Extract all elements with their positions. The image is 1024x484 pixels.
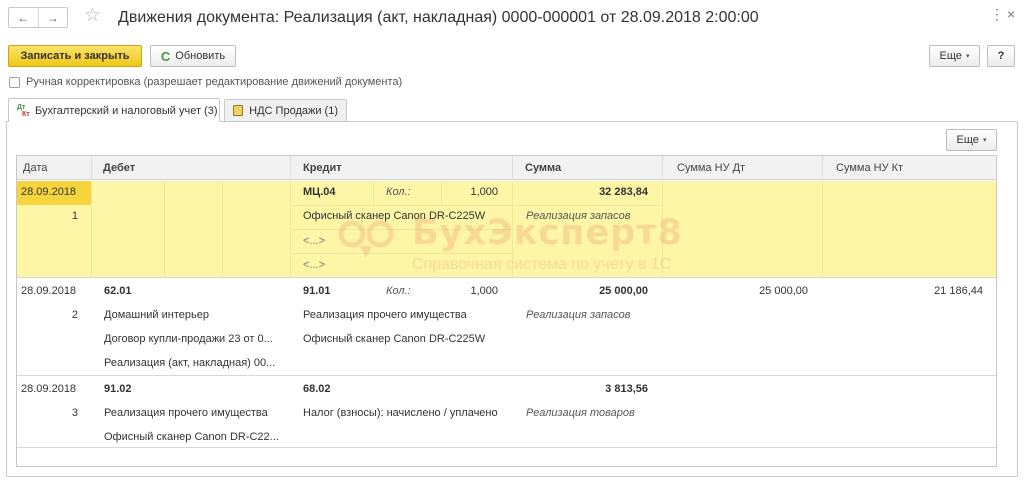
- more-vertical-icon[interactable]: ⋮: [990, 5, 1004, 23]
- manual-correction-row[interactable]: Ручная корректировка (разрешает редактир…: [9, 76, 402, 88]
- tab-label: НДС Продажи (1): [249, 104, 338, 117]
- col-header-sum-nu-kt[interactable]: Сумма НУ Кт: [830, 156, 995, 180]
- column-divider: [222, 181, 223, 277]
- cell-debit-account[interactable]: 62.01: [104, 285, 132, 298]
- cell-debit-account[interactable]: 91.02: [104, 383, 132, 396]
- cell-debit-subconto[interactable]: Домашний интерьер: [104, 309, 209, 322]
- cell-debit-subconto[interactable]: Офисный сканер Canon DR-C22...: [104, 431, 279, 444]
- cell-qty[interactable]: 1,000: [441, 285, 498, 298]
- arrow-left-icon: ←: [17, 10, 30, 25]
- column-divider: [91, 156, 92, 180]
- col-header-debit[interactable]: Дебет: [97, 156, 289, 180]
- cell-date[interactable]: 28.09.2018: [21, 186, 76, 199]
- column-divider: [290, 156, 291, 180]
- cell-debit-subconto[interactable]: Реализация прочего имущества: [104, 407, 268, 420]
- favorite-star-icon[interactable]: ☆: [84, 5, 101, 27]
- column-divider: [822, 181, 823, 277]
- window-title: Движения документа: Реализация (акт, нак…: [118, 9, 759, 26]
- refresh-label: Обновить: [175, 50, 226, 62]
- register-icon: [233, 105, 244, 116]
- cell-sum-nu-dt[interactable]: 25 000,00: [672, 285, 808, 298]
- save-and-close-button[interactable]: Записать и закрыть: [8, 45, 142, 67]
- cell-divider: [290, 205, 662, 206]
- refresh-button[interactable]: C Обновить: [150, 45, 236, 67]
- cell-sum-note: Реализация товаров: [526, 407, 635, 419]
- cell-row-number: 2: [71, 309, 78, 321]
- row-divider: [17, 277, 996, 278]
- row-divider: [17, 375, 996, 376]
- back-button[interactable]: ←: [9, 8, 38, 27]
- tab-label: Бухгалтерский и налоговый учет (3): [35, 104, 218, 117]
- tab-vat-sales[interactable]: НДС Продажи (1): [224, 99, 347, 121]
- dt-kt-icon: Дт Кт: [17, 103, 30, 118]
- cell-credit-subconto[interactable]: Офисный сканер Canon DR-C225W: [303, 333, 485, 346]
- cell-sum[interactable]: 3 813,56: [520, 383, 648, 396]
- cell-credit-account[interactable]: 68.02: [303, 383, 331, 396]
- caret-down-icon: ▾: [982, 137, 987, 144]
- forward-button[interactable]: →: [37, 8, 68, 27]
- column-divider: [164, 181, 165, 277]
- cell-date[interactable]: 28.09.2018: [21, 285, 76, 298]
- more-button[interactable]: Еще ▾: [929, 45, 980, 67]
- help-button[interactable]: ?: [987, 45, 1015, 67]
- cell-sum-note: Реализация запасов: [526, 210, 631, 222]
- column-divider: [512, 156, 513, 180]
- manual-correction-checkbox[interactable]: [9, 76, 20, 88]
- cell-credit-account[interactable]: 91.01: [303, 285, 331, 298]
- row-divider: [17, 447, 996, 448]
- caret-down-icon: ▾: [965, 53, 970, 60]
- more-label: Еще: [956, 134, 979, 146]
- cell-sum-note: Реализация запасов: [526, 309, 631, 321]
- col-header-sum-nu-dt[interactable]: Сумма НУ Дт: [671, 156, 821, 180]
- arrow-right-icon: →: [46, 10, 59, 25]
- cell-credit-subconto[interactable]: Офисный сканер Canon DR-C225W: [303, 210, 485, 223]
- cell-qty-label: Кол.:: [386, 186, 411, 198]
- cell-debit-subconto[interactable]: Реализация (акт, накладная) 00...: [104, 357, 275, 370]
- close-icon[interactable]: ×: [1007, 5, 1015, 23]
- cell-sum[interactable]: 32 283,84: [520, 186, 648, 199]
- cell-credit-subconto[interactable]: <...>: [303, 259, 325, 272]
- column-divider: [822, 156, 823, 180]
- cell-row-number: 3: [71, 407, 78, 419]
- cell-divider: [290, 253, 512, 254]
- tab-accounting[interactable]: Дт Кт Бухгалтерский и налоговый учет (3): [8, 98, 220, 122]
- refresh-icon: C: [160, 48, 171, 64]
- cell-credit-account[interactable]: МЦ.04: [303, 186, 336, 199]
- history-nav: ← →: [8, 7, 68, 28]
- col-header-credit[interactable]: Кредит: [297, 156, 511, 180]
- table-more-button[interactable]: Еще ▾: [946, 129, 997, 151]
- cell-sum[interactable]: 25 000,00: [520, 285, 648, 298]
- column-divider: [91, 181, 92, 277]
- col-header-date[interactable]: Дата: [17, 156, 91, 180]
- manual-correction-label: Ручная корректировка (разрешает редактир…: [26, 76, 403, 88]
- column-divider: [373, 181, 374, 205]
- col-header-sum[interactable]: Сумма: [519, 156, 662, 180]
- cell-debit-subconto[interactable]: Договор купли-продажи 23 от 0...: [104, 333, 273, 346]
- cell-row-number: 1: [71, 210, 78, 222]
- cell-date[interactable]: 28.09.2018: [21, 383, 76, 396]
- column-divider: [662, 156, 663, 180]
- more-label: Еще: [939, 50, 962, 62]
- cell-credit-subconto[interactable]: Реализация прочего имущества: [303, 309, 467, 322]
- cell-qty-label: Кол.:: [386, 285, 411, 297]
- cell-credit-subconto[interactable]: Налог (взносы): начислено / уплачено: [303, 407, 498, 420]
- cell-credit-subconto[interactable]: <...>: [303, 235, 325, 248]
- cell-sum-nu-kt[interactable]: 21 186,44: [832, 285, 983, 298]
- cell-qty[interactable]: 1,000: [441, 186, 498, 199]
- watermark-tagline: Справочная система по учету в 1С: [412, 256, 672, 273]
